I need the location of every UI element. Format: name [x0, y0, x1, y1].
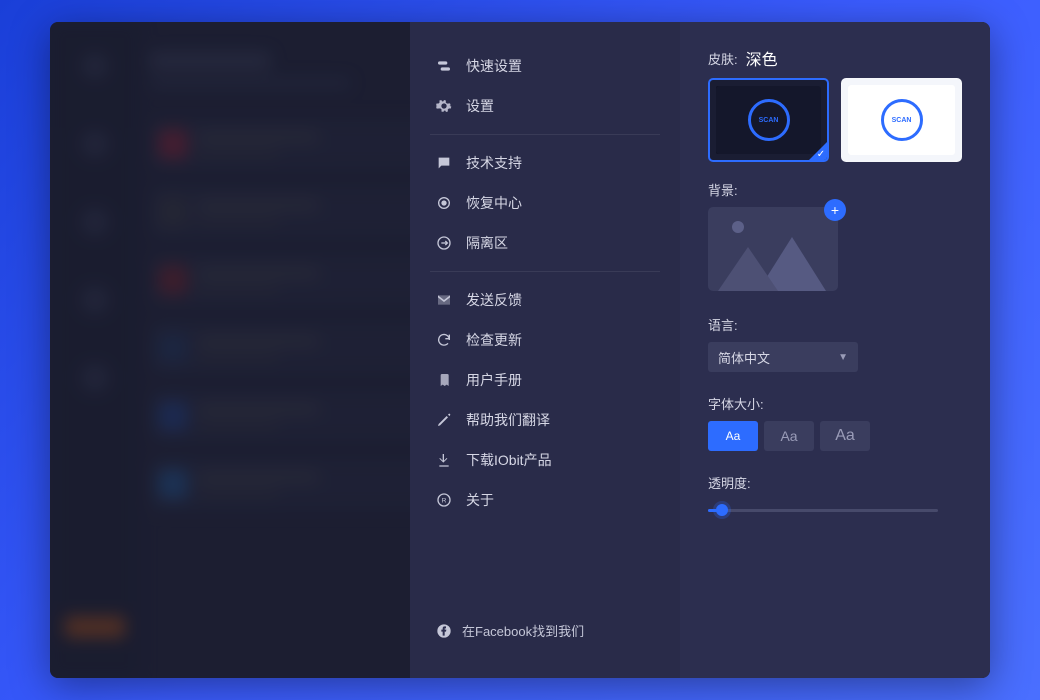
menu-about[interactable]: R 关于 [410, 480, 680, 520]
facebook-label: 在Facebook找到我们 [462, 621, 584, 640]
menu-restore[interactable]: 恢复中心 [410, 183, 680, 223]
background-thumb[interactable] [708, 207, 838, 291]
language-value: 简体中文 [718, 348, 770, 367]
menu-settings[interactable]: 设置 [410, 86, 680, 126]
menu-quick-settings[interactable]: 快速设置 [410, 46, 680, 86]
background-label: 背景: [708, 180, 962, 199]
gear-icon [436, 98, 452, 114]
settings-overlay: 快速设置 设置 技术支持 恢复中心 隔离区 [50, 22, 990, 678]
menu-quarantine[interactable]: 隔离区 [410, 223, 680, 263]
scan-text: SCAN [881, 99, 923, 141]
menu-label: 恢复中心 [466, 193, 522, 213]
slider-thumb[interactable] [716, 504, 728, 516]
skin-label-row: 皮肤: 深色 [708, 46, 962, 70]
font-size-label: 字体大小: [708, 394, 962, 413]
theme-row: SCAN SCAN [708, 78, 962, 162]
menu-label: 帮助我们翻译 [466, 410, 550, 430]
refresh-icon [436, 332, 452, 348]
opacity-label: 透明度: [708, 473, 962, 492]
language-select[interactable]: 简体中文 ▼ [708, 342, 858, 372]
chevron-down-icon: ▼ [838, 352, 848, 363]
plus-icon: + [831, 202, 839, 218]
settings-panel: 皮肤: 深色 SCAN SCAN 背景: [680, 22, 990, 678]
chat-icon [436, 155, 452, 171]
svg-text:R: R [442, 498, 447, 505]
slider-track [708, 509, 938, 512]
scan-text: SCAN [748, 99, 790, 141]
theme-light[interactable]: SCAN [841, 78, 962, 162]
quarantine-icon [436, 235, 452, 251]
font-size-row: Aa Aa Aa [708, 421, 962, 451]
menu-download[interactable]: 下载IObit产品 [410, 440, 680, 480]
skin-value: 深色 [746, 46, 778, 70]
theme-dark[interactable]: SCAN [708, 78, 829, 162]
check-icon [809, 142, 827, 160]
overlay-spacer[interactable] [50, 22, 410, 678]
menu-label: 关于 [466, 490, 494, 510]
menu-label: 隔离区 [466, 233, 508, 253]
menu-label: 发送反馈 [466, 290, 522, 310]
about-icon: R [436, 492, 452, 508]
menu-support[interactable]: 技术支持 [410, 143, 680, 183]
menu-translate[interactable]: 帮助我们翻译 [410, 400, 680, 440]
download-icon [436, 452, 452, 468]
menu-label: 检查更新 [466, 330, 522, 350]
pencil-icon [436, 412, 452, 428]
menu-check-update[interactable]: 检查更新 [410, 320, 680, 360]
font-size-large[interactable]: Aa [820, 421, 870, 451]
menu-panel: 快速设置 设置 技术支持 恢复中心 隔离区 [410, 22, 680, 678]
menu-label: 设置 [466, 96, 494, 116]
background-wrap: + [708, 207, 838, 291]
add-background-button[interactable]: + [824, 199, 846, 221]
mail-icon [436, 292, 452, 308]
book-icon [436, 372, 452, 388]
menu-label: 快速设置 [466, 56, 522, 76]
menu-label: 下载IObit产品 [466, 450, 552, 470]
menu-manual[interactable]: 用户手册 [410, 360, 680, 400]
separator [430, 134, 660, 135]
opacity-slider[interactable] [708, 500, 938, 520]
menu-label: 技术支持 [466, 153, 522, 173]
font-size-small[interactable]: Aa [708, 421, 758, 451]
skin-label: 皮肤: [708, 49, 738, 68]
facebook-link[interactable]: 在Facebook找到我们 [410, 607, 680, 654]
menu-feedback[interactable]: 发送反馈 [410, 280, 680, 320]
facebook-icon [436, 623, 452, 639]
font-size-medium[interactable]: Aa [764, 421, 814, 451]
app-window: 快速设置 设置 技术支持 恢复中心 隔离区 [50, 22, 990, 678]
separator [430, 271, 660, 272]
restore-icon [436, 195, 452, 211]
language-label: 语言: [708, 315, 962, 334]
menu-label: 用户手册 [466, 370, 522, 390]
toggle-icon [436, 58, 452, 74]
